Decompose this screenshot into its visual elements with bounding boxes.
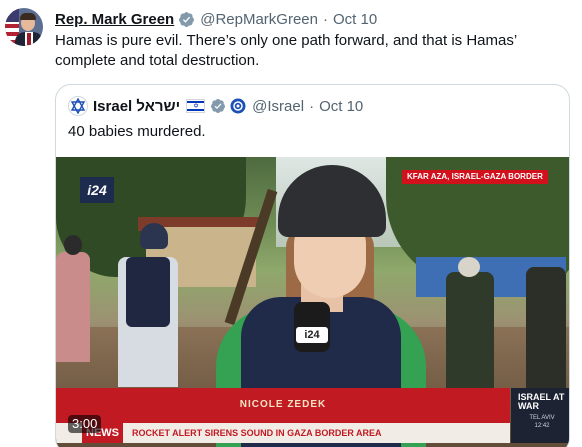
reporter-name: NICOLE ZEDEK (239, 399, 327, 410)
quote-date[interactable]: Oct 10 (319, 98, 363, 115)
war-city: TEL AVIV (529, 415, 555, 421)
tweet-text: Hamas is pure evil. There’s only one pat… (55, 32, 517, 69)
mic-logo: i24 (296, 327, 328, 343)
quote-avatar[interactable] (68, 96, 88, 116)
tweet-header: Rep. Mark Green @RepMarkGreen · Oct 10 (55, 9, 377, 29)
affiliate-badge-icon (230, 98, 246, 114)
war-title: ISRAEL AT WAR (518, 392, 565, 411)
government-badge-icon (211, 99, 226, 113)
quote-separator-dot: · (309, 97, 315, 115)
author-name[interactable]: Rep. Mark Green (55, 11, 174, 28)
quoted-tweet[interactable]: Israel ישראל ✡ @Israel · Oct 10 40 babie… (55, 84, 570, 447)
video-player[interactable]: i24 i24 KFAR AZA, ISRAEL-GAZA BORDER NIC… (56, 157, 569, 447)
separator-dot: · (323, 10, 328, 28)
author-handle[interactable]: @RepMarkGreen (200, 11, 318, 28)
quote-text: 40 babies murdered. (68, 123, 206, 140)
war-time: 12:42 (534, 423, 550, 429)
israel-flag-icon: ✡ (186, 99, 206, 113)
tweet-date[interactable]: Oct 10 (333, 11, 377, 28)
video-duration: 3:00 (68, 415, 102, 433)
star-of-david-icon (70, 98, 86, 114)
quote-author-name[interactable]: Israel ישראל (93, 98, 180, 115)
author-avatar[interactable] (5, 8, 43, 46)
channel-logo: i24 (80, 177, 114, 203)
location-label: KFAR AZA, ISRAEL-GAZA BORDER (402, 170, 548, 184)
quote-header: Israel ישראל ✡ @Israel · Oct 10 (68, 96, 363, 116)
ticker-text: ROCKET ALERT SIRENS SOUND IN GAZA BORDER… (132, 428, 382, 438)
verified-badge-icon (179, 11, 195, 27)
quote-author-handle[interactable]: @Israel (252, 98, 304, 115)
tweet[interactable]: Rep. Mark Green @RepMarkGreen · Oct 10 H… (0, 0, 582, 447)
